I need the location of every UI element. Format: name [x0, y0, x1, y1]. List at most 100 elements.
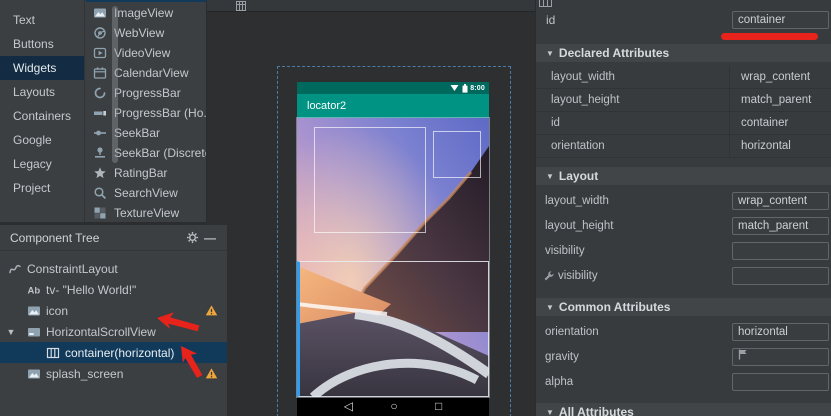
app-title: locator2 [307, 100, 346, 112]
linearlayout-horizontal-icon [46, 346, 60, 360]
ratingbar-icon [93, 166, 107, 180]
id-label: id [546, 13, 555, 27]
palette-category-buttons[interactable]: Buttons [0, 32, 84, 56]
webview-icon [93, 26, 107, 40]
attribute-input-visibility[interactable] [732, 267, 829, 285]
attribute-value: wrap_content [741, 71, 810, 83]
attr-section-all-attributes: ▼All Attributes [536, 403, 831, 416]
palette-widget-seekbar-discrete[interactable]: SeekBar (Discrete) [86, 143, 206, 163]
home-icon: ○ [390, 397, 397, 416]
recents-icon: □ [435, 397, 442, 416]
chevron-down-icon: ▼ [546, 303, 554, 312]
attribute-row-visibility: visibility [536, 239, 831, 264]
palette-widget-progressbar[interactable]: ProgressBar [86, 83, 206, 103]
palette-widget-seekbar[interactable]: SeekBar [86, 123, 206, 143]
attribute-input-orientation[interactable]: horizontal [732, 323, 829, 341]
chevron-down-icon: ▼ [546, 49, 554, 58]
progressbar-horizontal-icon [93, 106, 107, 120]
palette-category-text[interactable]: Text [0, 8, 84, 32]
tree-item-horizontalscrollview[interactable]: ▼HorizontalScrollView [0, 321, 227, 342]
attribute-row-alpha: alpha [536, 370, 831, 395]
design-surface[interactable]: 8:00 locator2 [207, 0, 535, 416]
palette-category-layouts[interactable]: Layouts [0, 80, 84, 104]
imageview-content[interactable] [297, 118, 489, 397]
palette-panel: TextButtonsWidgetsLayoutsContainersGoogl… [0, 0, 207, 222]
palette-widget-imageview[interactable]: ImageView [86, 3, 206, 23]
attribute-input-alpha[interactable] [732, 373, 829, 391]
progressbar-icon [93, 86, 107, 100]
chevron-down-icon[interactable]: ▼ [5, 327, 17, 337]
attribute-row-layout_height: layout_heightmatch_parent [536, 214, 831, 239]
component-tree-rows: ConstraintLayoutAbtv- "Hello World!"icon… [0, 251, 227, 384]
palette-widget-textureview[interactable]: TextureView [86, 203, 206, 222]
palette-scrolled-selection-remnant [86, 0, 206, 2]
tree-item-container-horizontal[interactable]: container(horizontal) [0, 342, 227, 363]
section-header[interactable]: ▼Layout [536, 167, 831, 185]
attribute-input-layout_height[interactable]: match_parent [732, 217, 829, 235]
selected-container-bounds[interactable] [297, 261, 489, 397]
gear-icon[interactable] [183, 230, 201, 246]
design-toolbar [207, 0, 535, 12]
palette-category-widgets[interactable]: Widgets [0, 56, 84, 80]
attribute-row-orientation: orientationhorizontal [536, 320, 831, 345]
attribute-input-gravity[interactable] [732, 348, 829, 366]
imageview-icon [93, 6, 107, 20]
textview-icon: Ab [27, 283, 41, 297]
attr-section-layout: ▼Layoutlayout_widthwrap_contentlayout_he… [536, 167, 831, 289]
palette-category-legacy[interactable]: Legacy [0, 152, 84, 176]
attribute-row-layout_width: layout_widthwrap_content [536, 66, 831, 89]
device-preview[interactable]: 8:00 locator2 [297, 82, 489, 416]
warning-icon[interactable] [205, 304, 218, 317]
palette-widget-ratingbar[interactable]: RatingBar [86, 163, 206, 183]
chevron-down-icon: ▼ [546, 408, 554, 416]
tree-item-constraintlayout[interactable]: ConstraintLayout [0, 258, 227, 279]
calendarview-icon [93, 66, 107, 80]
section-header[interactable]: ▼All Attributes [536, 403, 831, 416]
red-underline-annotation [721, 33, 818, 40]
palette-scrollbar[interactable] [112, 6, 118, 163]
tree-item-splash-screen[interactable]: splash_screen [0, 363, 227, 384]
palette-category-project[interactable]: Project [0, 176, 84, 200]
grid-icon[interactable] [236, 1, 246, 11]
warning-icon[interactable] [205, 367, 218, 380]
device-statusbar: 8:00 [297, 82, 489, 94]
flag-icon[interactable] [738, 349, 748, 360]
textureview-icon [93, 206, 107, 220]
palette-categories: TextButtonsWidgetsLayoutsContainersGoogl… [0, 0, 85, 222]
tree-item-tv-hello-world[interactable]: Abtv- "Hello World!" [0, 279, 227, 300]
wifi-icon [450, 84, 459, 92]
minimize-icon[interactable]: — [201, 230, 219, 246]
child-view-bounds-1[interactable] [314, 127, 426, 233]
attribute-row-id: idcontainer [536, 112, 831, 135]
searchview-icon [93, 186, 107, 200]
svg-text:Ab: Ab [28, 285, 41, 296]
attribute-value: match_parent [741, 94, 811, 106]
palette-widget-videoview[interactable]: VideoView [86, 43, 206, 63]
palette-widget-progressbar-ho[interactable]: ProgressBar (Ho... [86, 103, 206, 123]
attribute-value: horizontal [741, 140, 791, 152]
attribute-row-visibility: visibility [536, 264, 831, 289]
section-header[interactable]: ▼Declared Attributes [536, 44, 831, 62]
palette-category-containers[interactable]: Containers [0, 104, 84, 128]
component-tree-header: Component Tree — [0, 225, 227, 251]
back-icon: ◁ [344, 397, 353, 416]
attribute-row-orientation: orientationhorizontal [536, 135, 831, 158]
id-input[interactable]: container [732, 11, 829, 29]
statusbar-time: 8:00 [470, 85, 485, 92]
attribute-value: container [741, 117, 788, 129]
child-view-bounds-2[interactable] [433, 131, 481, 178]
component-tree-panel: Component Tree — ConstraintLayoutAbtv- "… [0, 225, 227, 416]
palette-widget-searchview[interactable]: SearchView [86, 183, 206, 203]
component-tree-title: Component Tree [10, 231, 183, 245]
attribute-input-layout_width[interactable]: wrap_content [732, 192, 829, 210]
attributes-panel: id container ▼Declared Attributes layout_… [535, 0, 831, 416]
tree-item-icon[interactable]: icon [0, 300, 227, 321]
palette-widget-list: ImageViewWebViewVideoViewCalendarViewPro… [86, 0, 206, 222]
section-header[interactable]: ▼Common Attributes [536, 298, 831, 316]
attribute-input-visibility[interactable] [732, 242, 829, 260]
attribute-row-gravity: gravity [536, 345, 831, 370]
palette-category-google[interactable]: Google [0, 128, 84, 152]
palette-widget-webview[interactable]: WebView [86, 23, 206, 43]
palette-widget-calendarview[interactable]: CalendarView [86, 63, 206, 83]
attr-section-common-attributes: ▼Common Attributes orientationhorizontalg… [536, 298, 831, 395]
